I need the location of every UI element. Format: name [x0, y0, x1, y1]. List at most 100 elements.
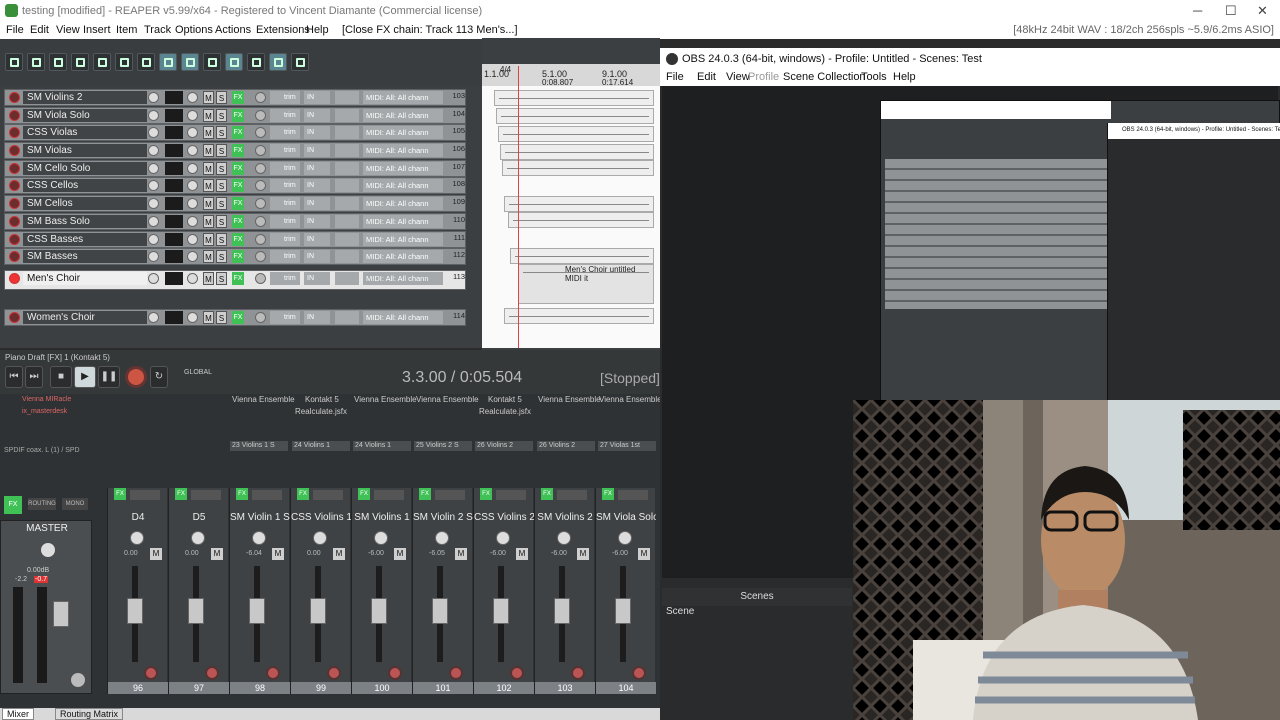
tab-routing-matrix[interactable]: Routing Matrix — [55, 708, 124, 720]
solo-button[interactable]: S — [216, 197, 227, 210]
open-project-icon[interactable] — [27, 53, 45, 71]
strip-fader[interactable] — [493, 598, 509, 624]
trim-button[interactable]: trim — [270, 179, 300, 192]
plugin-slot[interactable]: Vienna Ensemble — [538, 395, 601, 404]
input-button[interactable]: IN — [304, 109, 330, 122]
record-arm-button[interactable] — [9, 251, 20, 262]
monitor-button[interactable] — [335, 162, 359, 175]
strip-fx-button[interactable]: FX — [297, 488, 309, 500]
monitor-button[interactable] — [335, 179, 359, 192]
record-arm-button[interactable] — [9, 312, 20, 323]
save-project-icon[interactable] — [49, 53, 67, 71]
master-fx-button[interactable]: FX — [4, 496, 22, 514]
volume-knob[interactable] — [148, 127, 159, 138]
input-select[interactable]: MIDI: All: All chann — [363, 144, 443, 157]
strip-routing-button[interactable] — [618, 490, 648, 500]
strip-record-button[interactable] — [632, 666, 646, 680]
track-name[interactable]: CSS Violas — [23, 126, 147, 139]
goto-end-icon[interactable]: ⏭ — [25, 366, 43, 388]
menu-file[interactable]: File — [6, 24, 24, 36]
menu-item[interactable]: Item — [116, 24, 137, 36]
ripple-edit-icon[interactable] — [181, 53, 199, 71]
solo-button[interactable]: S — [216, 272, 227, 285]
pan-knob[interactable] — [187, 251, 198, 262]
mute-button[interactable]: M — [203, 126, 214, 139]
track-name[interactable]: SM Violas — [23, 144, 147, 157]
input-button[interactable]: IN — [304, 91, 330, 104]
plugin-slot[interactable]: Vienna Ensemble — [354, 395, 417, 404]
input-button[interactable]: IN — [304, 179, 330, 192]
strip-record-button[interactable] — [388, 666, 402, 680]
input-select[interactable]: MIDI: All: All chann — [363, 126, 443, 139]
solo-button[interactable]: S — [216, 91, 227, 104]
fx-button[interactable]: FX — [232, 311, 244, 324]
trim-button[interactable]: trim — [270, 215, 300, 228]
plugin-slot[interactable]: Vienna Ensemble — [416, 395, 479, 404]
strip-pan-knob[interactable] — [435, 531, 449, 545]
solo-button[interactable]: S — [216, 162, 227, 175]
strip-fader[interactable] — [127, 598, 143, 624]
fx-button[interactable]: FX — [232, 197, 244, 210]
midi-item[interactable] — [504, 196, 654, 212]
plugin-slot[interactable]: Realculate.jsfx — [479, 407, 531, 416]
new-project-icon[interactable] — [5, 53, 23, 71]
solo-button[interactable]: S — [216, 311, 227, 324]
track-name[interactable]: CSS Basses — [23, 233, 147, 246]
volume-knob[interactable] — [148, 251, 159, 262]
plugin-slot[interactable]: Vienna Ensemble — [599, 395, 662, 404]
send-slot[interactable]: 25 Violins 2 S — [414, 441, 472, 451]
solo-button[interactable]: S — [216, 233, 227, 246]
phase-icon[interactable] — [255, 198, 266, 209]
strip-mute-button[interactable]: M — [211, 548, 223, 560]
phase-icon[interactable] — [255, 92, 266, 103]
trim-button[interactable]: trim — [270, 311, 300, 324]
fx-button[interactable]: FX — [232, 250, 244, 263]
fx-button[interactable]: FX — [232, 272, 244, 285]
mute-button[interactable]: M — [203, 215, 214, 228]
master-output[interactable]: SPDIF coax. L (1) / SPD — [4, 447, 80, 454]
menu-close-fx-chain[interactable]: [Close FX chain: Track 113 Men's...] — [342, 24, 518, 36]
volume-knob[interactable] — [148, 110, 159, 121]
strip-pan-knob[interactable] — [191, 531, 205, 545]
menu-actions[interactable]: Actions — [215, 24, 251, 36]
strip-name[interactable]: CSS Violins 2 — [474, 512, 534, 523]
master-fader[interactable] — [53, 601, 69, 627]
goto-start-icon[interactable]: ⏮ — [5, 366, 23, 388]
auto-crossfade-icon[interactable] — [225, 53, 243, 71]
obs-menu-help[interactable]: Help — [893, 71, 916, 83]
phase-icon[interactable] — [255, 273, 266, 284]
record-arm-button[interactable] — [9, 234, 20, 245]
pan-knob[interactable] — [187, 163, 198, 174]
grid-snap-icon[interactable] — [159, 53, 177, 71]
strip-name[interactable]: SM Viola Solo — [596, 512, 656, 523]
midi-item[interactable] — [500, 144, 654, 160]
input-button[interactable]: IN — [304, 162, 330, 175]
record-arm-button[interactable] — [9, 216, 20, 227]
obs-menu-profile[interactable]: Profile — [748, 71, 779, 83]
repeat-icon[interactable]: ↻ — [150, 366, 168, 388]
midi-item[interactable] — [498, 126, 654, 142]
input-button[interactable]: IN — [304, 233, 330, 246]
strip-pan-knob[interactable] — [618, 531, 632, 545]
monitor-button[interactable] — [335, 126, 359, 139]
record-arm-button[interactable] — [9, 127, 20, 138]
pan-knob[interactable] — [187, 234, 198, 245]
strip-pan-knob[interactable] — [374, 531, 388, 545]
trim-button[interactable]: trim — [270, 91, 300, 104]
strip-routing-button[interactable] — [435, 490, 465, 500]
track-row[interactable]: SM Cello Solo M S FX trim IN MIDI: All: … — [4, 160, 466, 177]
input-select[interactable]: MIDI: All: All chann — [363, 91, 443, 104]
trim-button[interactable]: trim — [270, 233, 300, 246]
close-icon[interactable]: ✕ — [1257, 3, 1268, 19]
strip-record-button[interactable] — [571, 666, 585, 680]
obs-menu-edit[interactable]: Edit — [697, 71, 716, 83]
strip-mute-button[interactable]: M — [577, 548, 589, 560]
trim-button[interactable]: trim — [270, 250, 300, 263]
volume-knob[interactable] — [148, 273, 159, 284]
metronome-icon[interactable] — [137, 53, 155, 71]
strip-mute-button[interactable]: M — [394, 548, 406, 560]
track-row[interactable]: Women's Choir M S FX trim IN MIDI: All: … — [4, 309, 466, 326]
mens-choir-midi-item[interactable]: Men's Choir untitled MIDI it — [518, 264, 654, 304]
solo-button[interactable]: S — [216, 179, 227, 192]
strip-mute-button[interactable]: M — [516, 548, 528, 560]
